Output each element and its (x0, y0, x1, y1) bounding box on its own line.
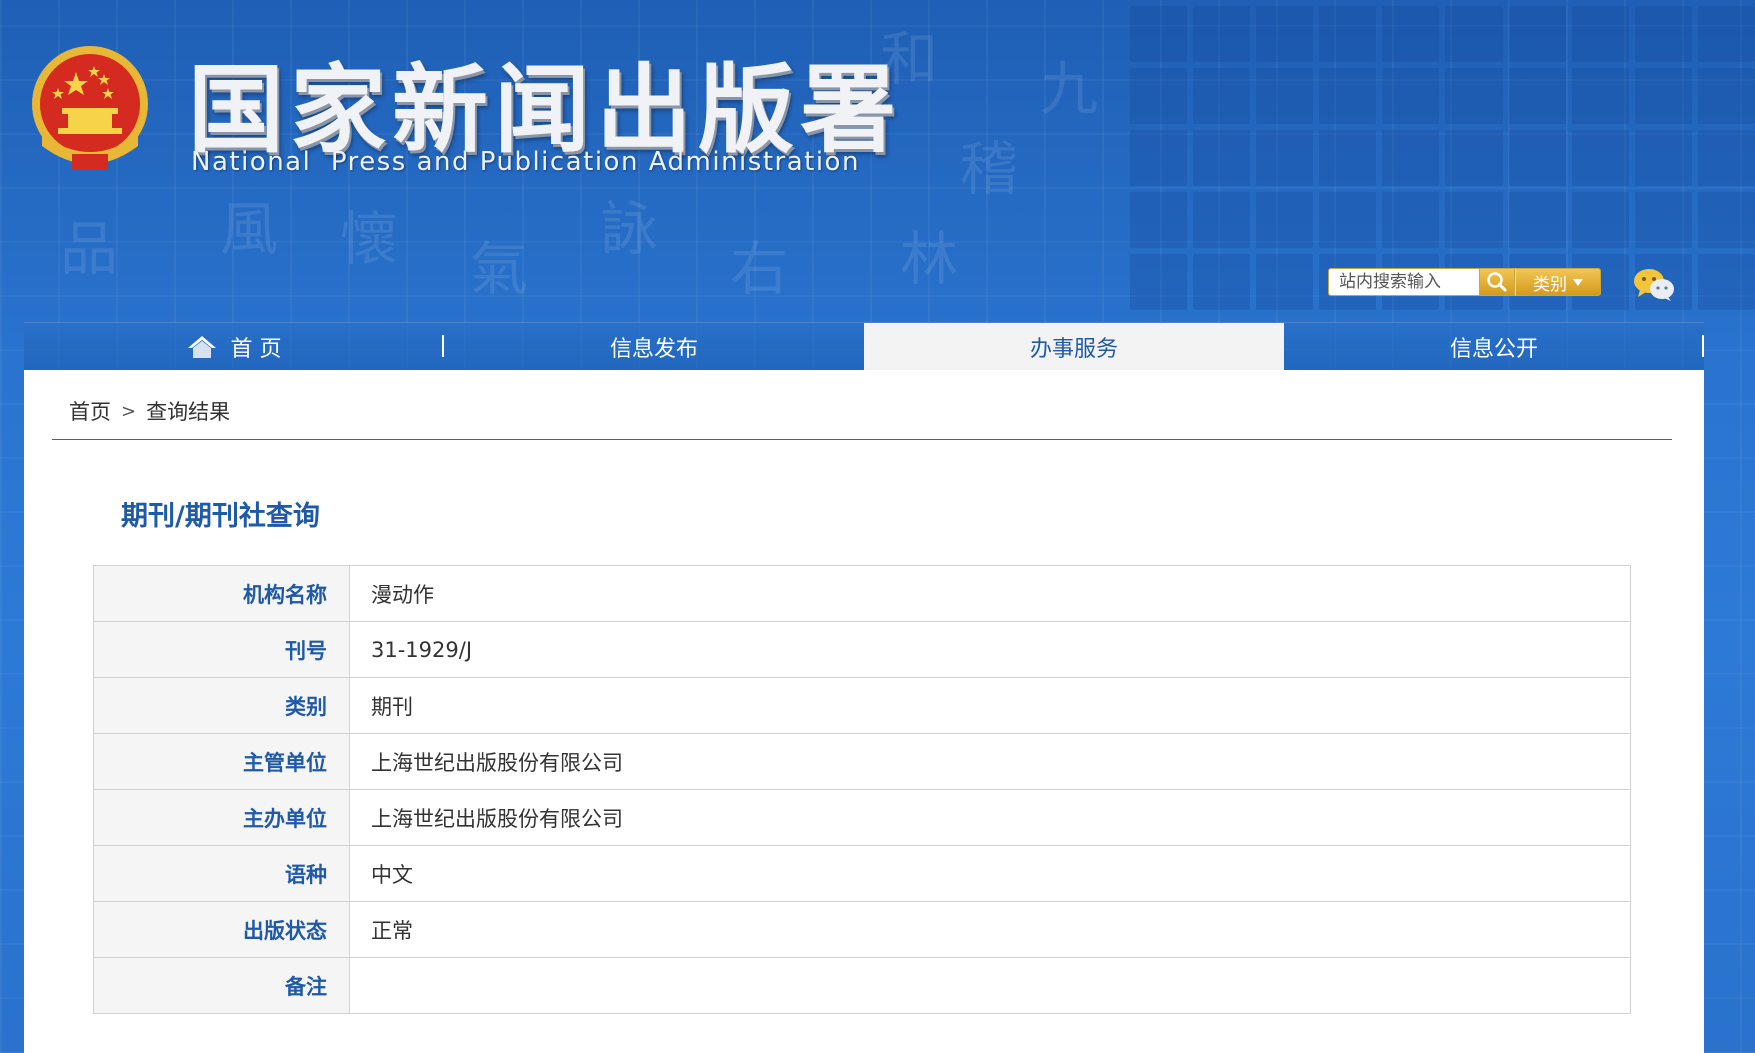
background-decoration: 風 (220, 195, 279, 263)
background-decoration: 稽 (960, 135, 1019, 203)
table-row: 语种 中文 (93, 845, 1631, 902)
site-subtitle: National Press and Publication Administr… (191, 147, 860, 177)
field-value: 31-1929/J (349, 621, 1631, 678)
wechat-icon[interactable] (1632, 266, 1676, 302)
search-input[interactable] (1328, 268, 1480, 296)
table-row: 机构名称 漫动作 (93, 565, 1631, 622)
background-decoration: 九 (1040, 55, 1099, 123)
nav-item-home[interactable]: 首 页 (24, 323, 444, 371)
field-value: 中文 (349, 845, 1631, 902)
chevron-down-icon (1573, 278, 1583, 286)
breadcrumb-separator: > (121, 400, 137, 422)
field-label: 刊号 (93, 621, 350, 678)
table-row: 出版状态 正常 (93, 901, 1631, 958)
category-dropdown[interactable]: 类别 (1515, 268, 1601, 296)
field-value: 上海世纪出版股份有限公司 (349, 733, 1631, 790)
table-row: 类别 期刊 (93, 677, 1631, 734)
background-decoration: 詠 (600, 195, 659, 263)
field-label: 主办单位 (93, 789, 350, 846)
nav-divider (1702, 335, 1704, 357)
field-label: 语种 (93, 845, 350, 902)
nav-item-publish[interactable]: 信息发布 (444, 323, 864, 371)
field-value: 上海世纪出版股份有限公司 (349, 789, 1631, 846)
search-icon (1487, 272, 1507, 292)
nav-item-label: 办事服务 (1029, 337, 1118, 362)
breadcrumb: 首页 > 查询结果 (69, 396, 230, 426)
field-label: 机构名称 (93, 565, 350, 622)
home-icon (187, 336, 216, 358)
nav-item-label: 信息公开 (1449, 337, 1538, 362)
field-label: 类别 (93, 677, 350, 734)
main-content: 首页 > 查询结果 期刊/期刊社查询 机构名称 漫动作 刊号 31-1929/J… (24, 370, 1704, 1053)
table-row: 主管单位 上海世纪出版股份有限公司 (93, 733, 1631, 790)
national-emblem-icon (32, 46, 148, 170)
nav-item-label: 首 页 (230, 337, 282, 362)
record-table: 机构名称 漫动作 刊号 31-1929/J 类别 期刊 主管单位 上海世纪出版股… (93, 565, 1631, 1014)
nav-item-label: 信息发布 (609, 337, 698, 362)
section-title: 期刊/期刊社查询 (121, 501, 320, 532)
nav-item-disclosure[interactable]: 信息公开 (1284, 323, 1704, 371)
breadcrumb-home-link[interactable]: 首页 (69, 396, 111, 426)
background-decoration: 氣 (470, 235, 529, 303)
breadcrumb-divider (52, 439, 1672, 440)
field-label: 出版状态 (93, 901, 350, 958)
background-decoration: 懷 (340, 205, 399, 273)
nav-item-services[interactable]: 办事服务 (864, 323, 1284, 371)
field-label: 主管单位 (93, 733, 350, 790)
main-nav: 首 页 信息发布 办事服务 信息公开 (24, 322, 1704, 371)
background-decoration: 林 (900, 225, 959, 293)
field-value: 正常 (349, 901, 1631, 958)
table-row: 刊号 31-1929/J (93, 621, 1631, 678)
breadcrumb-current: 查询结果 (146, 400, 231, 424)
field-label: 备注 (93, 957, 350, 1014)
field-value: 期刊 (349, 677, 1631, 734)
search-button[interactable] (1479, 268, 1515, 296)
category-label: 类别 (1533, 274, 1567, 295)
table-row: 主办单位 上海世纪出版股份有限公司 (93, 789, 1631, 846)
background-decoration: 品 (60, 215, 119, 283)
field-value (349, 957, 1631, 1014)
background-decoration: 右 (730, 235, 789, 303)
field-value: 漫动作 (349, 565, 1631, 622)
table-row: 备注 (93, 957, 1631, 1014)
